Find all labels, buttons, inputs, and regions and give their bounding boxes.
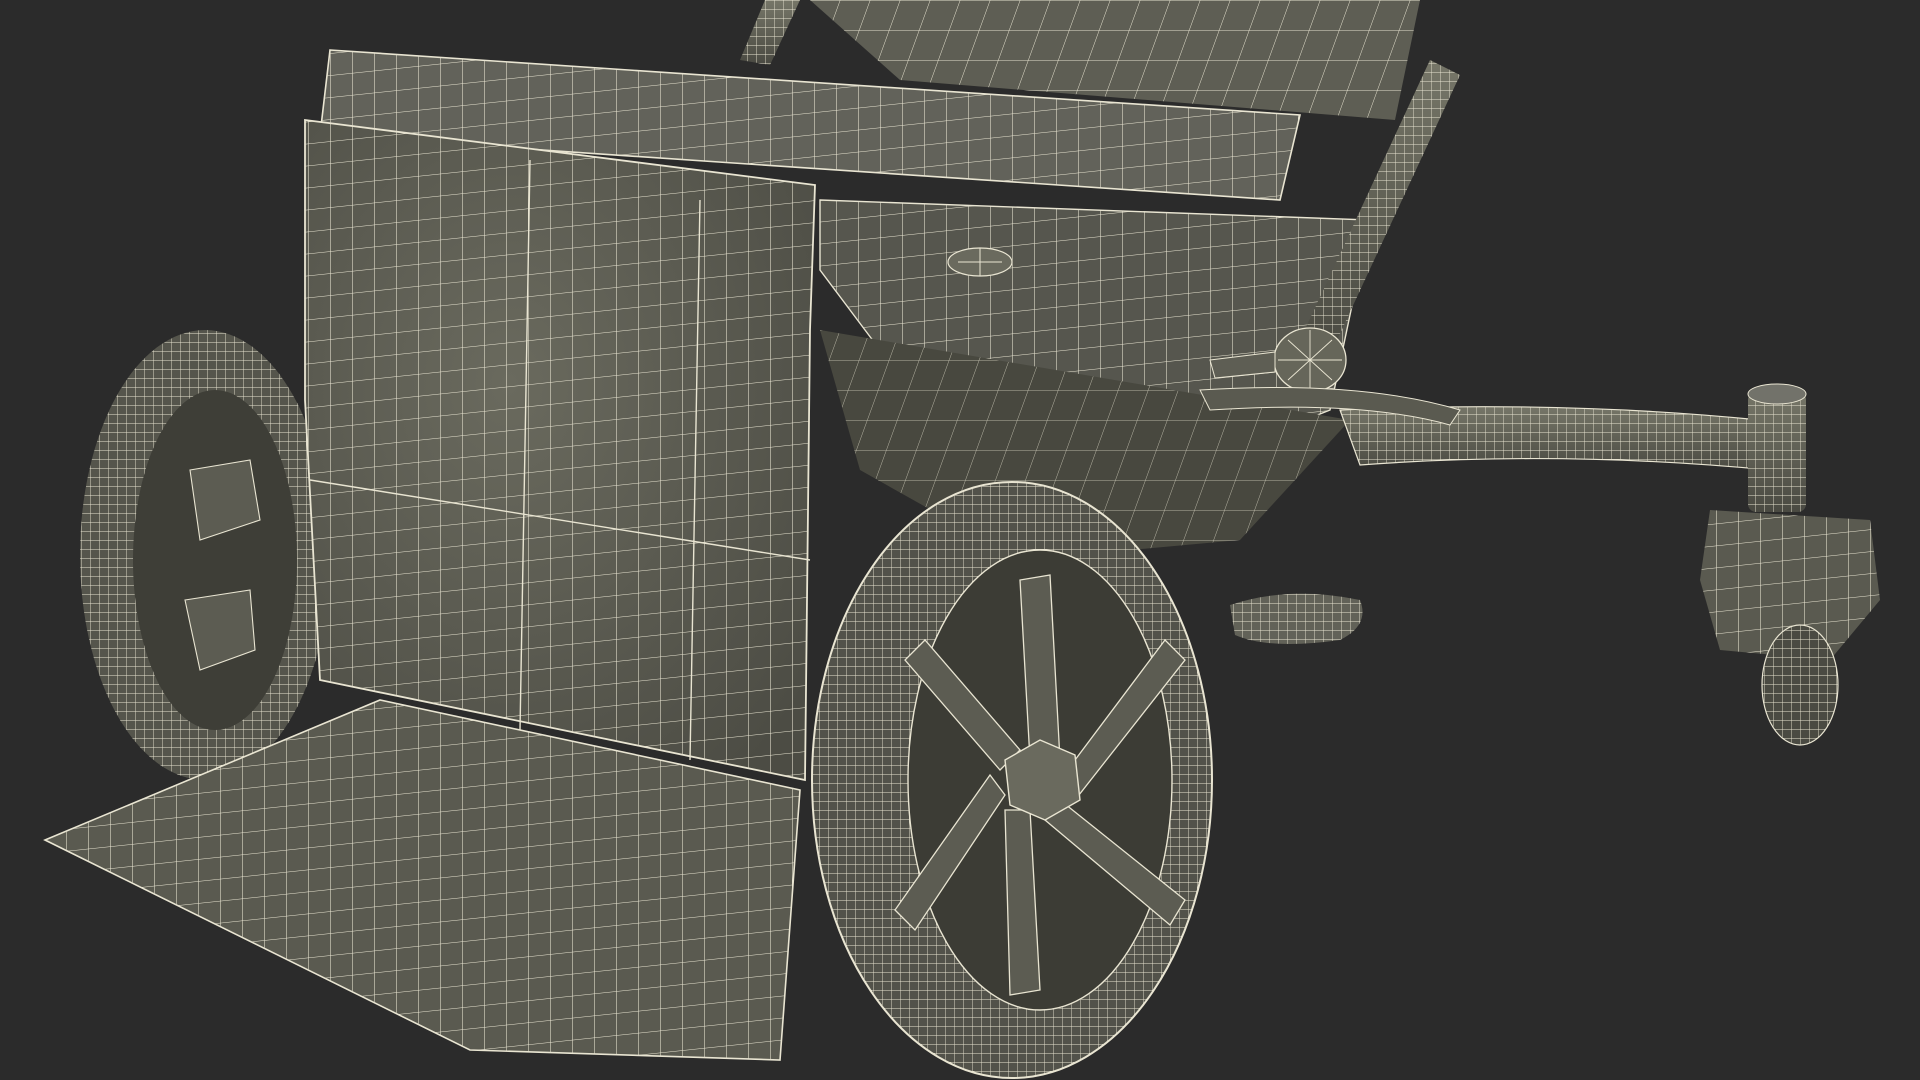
left-rear-wheel (80, 330, 330, 780)
caster-wheel (1700, 510, 1880, 746)
foot-pedal (1230, 593, 1363, 644)
right-rear-wheel (811, 481, 1213, 1079)
side-battery-box (304, 118, 816, 782)
latch-knob (947, 247, 1013, 277)
left-frame-tube (740, 0, 800, 65)
caster-post (1747, 383, 1807, 512)
wireframe-render (43, 0, 1880, 1079)
render-viewport (0, 0, 1920, 1080)
